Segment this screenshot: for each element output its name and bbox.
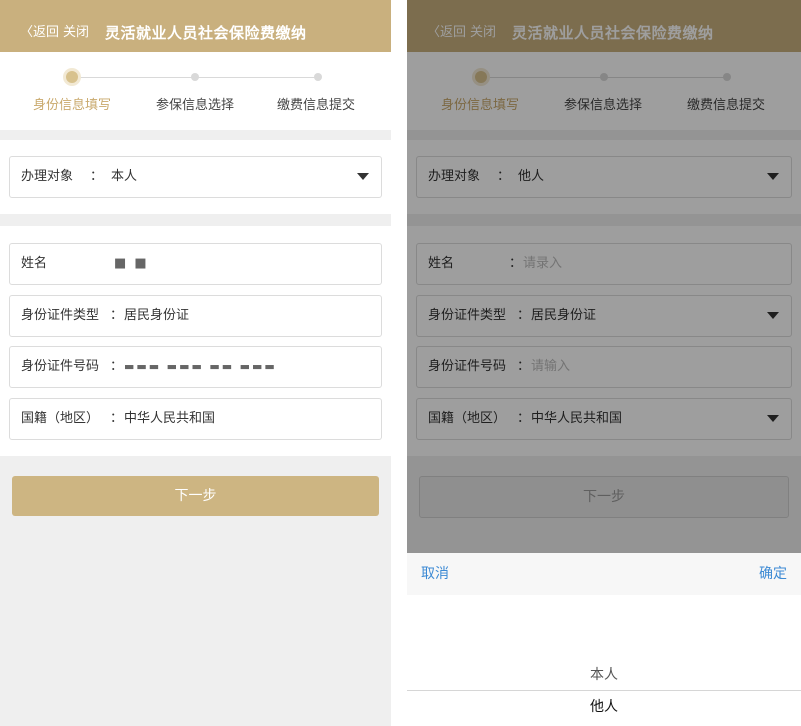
target-label: 办理对象 — [21, 169, 74, 184]
section-spacer — [0, 140, 391, 152]
id-number-value: ▬▬▬ ▬▬▬ ▬▬ ▬▬▬ — [124, 360, 277, 373]
section-divider — [0, 130, 391, 140]
section-divider — [0, 214, 391, 226]
picker-cancel-button[interactable]: 取消 — [421, 553, 449, 595]
name-field[interactable]: 姓名 ■ ■ — [9, 243, 382, 285]
name-value: ■ ■ — [114, 256, 149, 271]
picker-sheet: 取消 确定 本人 他人 — [407, 553, 801, 726]
page-title: 灵活就业人员社会保险费缴纳 — [105, 24, 307, 42]
nationality-field[interactable]: 国籍（地区） ： 中华人民共和国 — [9, 398, 382, 440]
right-screen: 〈返回 关闭 灵活就业人员社会保险费缴纳 身份信息填写 参保信息选择 缴费信息提… — [407, 0, 801, 726]
picker-toolbar: 取消 确定 — [407, 553, 801, 595]
modal-overlay[interactable] — [407, 0, 801, 553]
next-button[interactable]: 下一步 — [12, 476, 379, 516]
name-label: 姓名 — [21, 256, 48, 271]
target-value: 本人 — [111, 169, 138, 184]
id-type-colon: ： — [110, 308, 124, 323]
step-1-label: 身份信息填写 — [33, 98, 112, 113]
progress-stepper: 身份信息填写 参保信息选择 缴费信息提交 — [0, 52, 391, 130]
step-2-label: 参保信息选择 — [156, 98, 235, 113]
nationality-colon: ： — [110, 411, 124, 426]
header-bar: 〈返回 关闭 灵活就业人员社会保险费缴纳 — [0, 0, 391, 52]
step-3-label: 缴费信息提交 — [277, 98, 356, 113]
nationality-label: 国籍（地区） — [21, 411, 100, 426]
chevron-down-icon — [357, 173, 369, 180]
close-button[interactable]: 关闭 — [63, 0, 89, 52]
id-number-field[interactable]: 身份证件号码 ： ▬▬▬ ▬▬▬ ▬▬ ▬▬▬ — [9, 346, 382, 388]
id-number-label: 身份证件号码 — [21, 359, 100, 374]
target-colon: ： — [90, 169, 104, 184]
step-2-dot — [191, 73, 199, 81]
nationality-value: 中华人民共和国 — [124, 411, 216, 426]
id-type-value: 居民身份证 — [124, 308, 190, 323]
left-screen: 〈返回 关闭 灵活就业人员社会保险费缴纳 身份信息填写 参保信息选择 缴费信息提… — [0, 0, 391, 726]
back-button[interactable]: 〈返回 — [20, 0, 59, 52]
id-type-label: 身份证件类型 — [21, 308, 100, 323]
picker-option-other[interactable]: 他人 — [407, 690, 801, 723]
picker-confirm-button[interactable]: 确定 — [759, 553, 787, 595]
id-number-colon: ： — [110, 359, 124, 374]
target-select[interactable]: 办理对象 ： 本人 — [9, 156, 382, 198]
id-type-field[interactable]: 身份证件类型 ： 居民身份证 — [9, 295, 382, 337]
step-1-dot — [66, 71, 78, 83]
step-3-dot — [314, 73, 322, 81]
picker-option-self[interactable]: 本人 — [407, 659, 801, 691]
